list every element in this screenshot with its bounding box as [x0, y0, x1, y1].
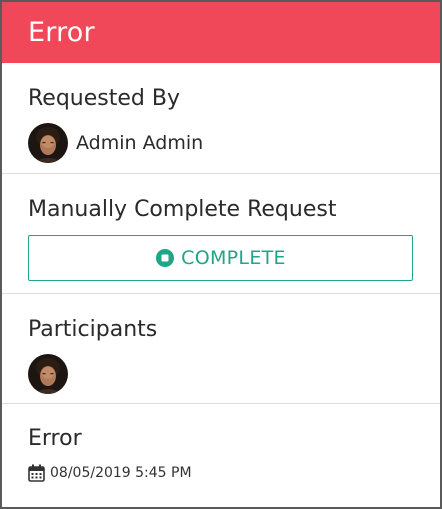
manual-complete-title: Manually Complete Request [28, 197, 337, 222]
requester-avatar[interactable] [28, 123, 68, 163]
manual-complete-section: Manually Complete Request COMPLETE [2, 174, 440, 294]
panel-title: Error [28, 17, 95, 48]
error-title: Error [28, 426, 82, 451]
participants-section: Participants [2, 294, 440, 404]
complete-button-label: COMPLETE [181, 247, 286, 269]
panel-header: Error [2, 2, 440, 63]
user-avatar-icon [28, 354, 68, 394]
requested-by-title: Requested By [28, 86, 180, 111]
user-avatar-icon [28, 123, 68, 163]
participants-row [28, 354, 413, 394]
error-date: 08/05/2019 5:45 PM [50, 465, 192, 481]
error-date-row: 08/05/2019 5:45 PM [28, 464, 413, 482]
error-section: Error 08/05/2019 5:45 PM [2, 404, 440, 506]
participants-title: Participants [28, 317, 158, 342]
stop-circle-icon [155, 248, 175, 268]
participant-avatar[interactable] [28, 354, 68, 394]
calendar-icon [28, 464, 45, 482]
requested-by-section: Requested By Admin Admin [2, 63, 440, 174]
requester-name: Admin Admin [76, 132, 204, 154]
request-status-panel: Error Requested By Admin Admin Manually … [0, 0, 442, 509]
complete-button[interactable]: COMPLETE [28, 235, 413, 281]
requester-row: Admin Admin [28, 123, 413, 163]
